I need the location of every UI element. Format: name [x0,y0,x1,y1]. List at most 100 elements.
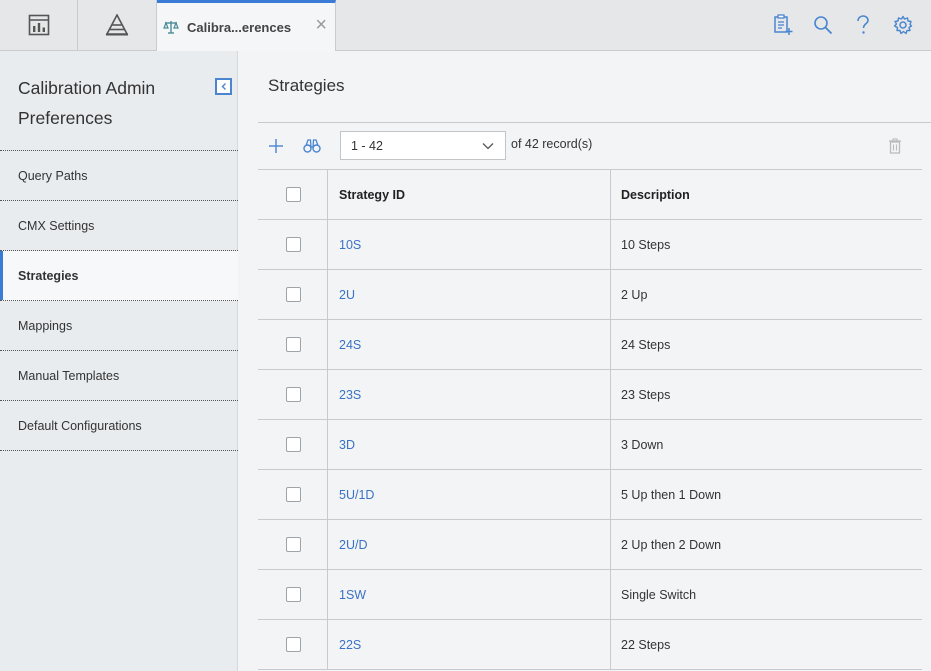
description-cell: 3 Down [621,437,664,452]
sidebar: Calibration Admin Preferences Query Path… [0,51,238,671]
strategy-id-cell: 5U/1D [328,470,611,519]
strategy-id-cell: 2U [328,270,611,319]
search-button[interactable] [808,0,838,50]
strategy-id-link[interactable]: 10S [339,238,361,252]
page-range-value: 1 - 42 [351,138,383,153]
help-icon [857,15,869,34]
row-checkbox-cell [258,620,328,669]
row-checkbox-cell [258,570,328,619]
sidebar-item-cmx-settings[interactable]: CMX Settings [0,201,238,251]
settings-button[interactable] [888,0,918,50]
description-cell: 2 Up [621,287,648,302]
strategy-id-cell: 3D [328,420,611,469]
sidebar-title: Calibration Admin Preferences [18,78,156,128]
sidebar-item-default-configurations[interactable]: Default Configurations [0,401,238,451]
description-cell: 2 Up then 2 Down [621,537,722,552]
description-cell: 22 Steps [621,637,671,652]
table-row: 10S 10 Steps [258,220,922,270]
strategy-id-cell: 23S [328,370,611,419]
row-checkbox[interactable] [286,487,301,502]
table-row: 3D 3 Down [258,420,922,470]
binoculars-icon [303,139,321,153]
sidebar-item-query-paths[interactable]: Query Paths [0,151,238,201]
chevron-left-icon [221,83,226,90]
strategy-id-link[interactable]: 3D [339,438,355,452]
main-panel: Strategies 1 - 42 of 42 record(s) Strate… [238,51,931,671]
row-checkbox[interactable] [286,337,301,352]
description-cell: 10 Steps [621,237,671,252]
dashboard-button[interactable] [0,0,78,50]
collapse-sidebar-button[interactable] [215,78,232,95]
asset-hierarchy-button[interactable] [78,0,157,50]
strategy-id-link[interactable]: 24S [339,338,361,352]
strategy-id-cell: 1SW [328,570,611,619]
table-row: 23S 23 Steps [258,370,922,420]
row-checkbox[interactable] [286,287,301,302]
column-header-description[interactable]: Description [611,170,922,219]
table-row: 1SW Single Switch [258,570,922,620]
tab-calibration-preferences[interactable]: Calibra...erences × [157,0,336,51]
settings-icon [893,15,913,35]
sidebar-item-manual-templates[interactable]: Manual Templates [0,351,238,401]
dashboard-icon [28,14,49,36]
strategy-id-cell: 22S [328,620,611,669]
table-row: 2U/D 2 Up then 2 Down [258,520,922,570]
strategy-id-cell: 10S [328,220,611,269]
row-checkbox[interactable] [286,237,301,252]
row-checkbox-cell [258,320,328,369]
table-row: 22S 22 Steps [258,620,922,670]
strategy-id-link[interactable]: 2U/D [339,538,367,552]
description-cell: 24 Steps [621,337,671,352]
strategy-id-link[interactable]: 23S [339,388,361,402]
top-bar: Calibra...erences × [0,0,931,51]
page-title: Strategies [268,76,345,95]
sidebar-item-label: Mappings [18,318,73,333]
row-checkbox-cell [258,370,328,419]
row-checkbox-cell [258,220,328,269]
strategy-id-link[interactable]: 2U [339,288,355,302]
sidebar-item-label: Manual Templates [18,368,120,383]
row-checkbox-cell [258,520,328,569]
strategy-id-link[interactable]: 22S [339,638,361,652]
help-button[interactable] [848,0,878,50]
row-checkbox[interactable] [286,437,301,452]
row-checkbox[interactable] [286,587,301,602]
row-checkbox-cell [258,470,328,519]
add-button[interactable] [266,136,286,156]
description-cell: 5 Up then 1 Down [621,487,722,502]
row-checkbox-cell [258,420,328,469]
new-document-icon [774,14,793,35]
table-row: 5U/1D 5 Up then 1 Down [258,470,922,520]
asset-hierarchy-icon [105,14,129,36]
table-row: 24S 24 Steps [258,320,922,370]
close-icon[interactable]: × [315,15,327,35]
column-header-strategy-id[interactable]: Strategy ID [328,170,611,219]
description-cell: 23 Steps [621,387,671,402]
new-document-button[interactable] [768,0,798,50]
strategies-table: Strategy ID Description 10S 10 Steps 2U 2 U… [258,169,922,670]
page-range-select[interactable]: 1 - 42 [340,131,506,160]
sidebar-item-label: Query Paths [18,168,88,183]
row-checkbox[interactable] [286,637,301,652]
table-header: Strategy ID Description [258,169,922,220]
sidebar-nav: Query Paths CMX Settings Strategies Mapp… [0,150,238,451]
row-checkbox-cell [258,270,328,319]
sidebar-item-label: Strategies [18,268,79,283]
select-all-checkbox[interactable] [286,187,301,202]
table-body: 10S 10 Steps 2U 2 Up 24S 24 Steps 23S 23 Steps 3… [258,220,922,670]
grid-toolbar: 1 - 42 of 42 record(s) [258,123,931,169]
strategy-id-cell: 2U/D [328,520,611,569]
scale-icon [163,21,179,34]
find-button[interactable] [302,136,322,156]
strategy-id-link[interactable]: 5U/1D [339,488,374,502]
sidebar-item-label: Default Configurations [18,418,142,433]
sidebar-item-mappings[interactable]: Mappings [0,301,238,351]
sidebar-item-strategies[interactable]: Strategies [0,251,238,301]
delete-button[interactable] [885,136,905,156]
search-icon [814,16,833,35]
row-checkbox[interactable] [286,537,301,552]
row-checkbox[interactable] [286,387,301,402]
table-row: 2U 2 Up [258,270,922,320]
trash-icon [889,138,901,154]
strategy-id-link[interactable]: 1SW [339,588,366,602]
